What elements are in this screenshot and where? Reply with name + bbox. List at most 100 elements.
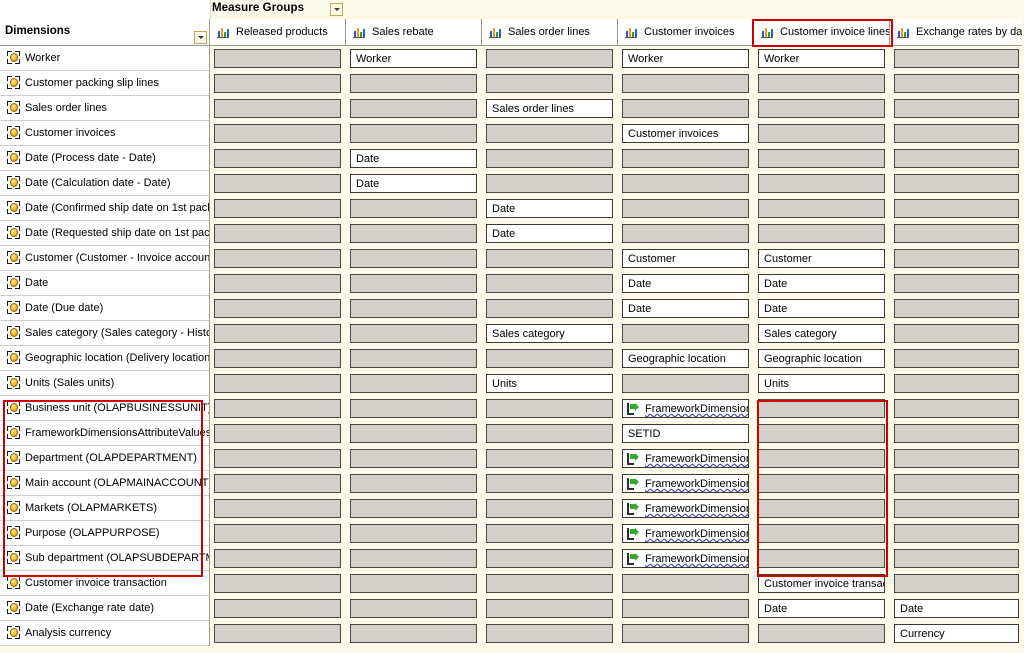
empty-relationship-cell[interactable] [214, 549, 341, 568]
empty-relationship-cell[interactable] [486, 49, 613, 68]
relationship-cell[interactable]: Date [622, 274, 749, 293]
empty-relationship-cell[interactable] [214, 499, 341, 518]
dimension-row[interactable]: FrameworkDimensionsAttributeValuesSet [0, 421, 209, 446]
relationship-cell[interactable]: Date [622, 299, 749, 318]
empty-relationship-cell[interactable] [350, 624, 477, 643]
relationship-cell[interactable]: Date [758, 599, 885, 618]
empty-relationship-cell[interactable] [350, 124, 477, 143]
empty-relationship-cell[interactable] [350, 499, 477, 518]
empty-relationship-cell[interactable] [350, 299, 477, 318]
empty-relationship-cell[interactable] [894, 224, 1019, 243]
relationship-cell[interactable]: Worker [758, 49, 885, 68]
dimension-row[interactable]: Customer invoice transaction [0, 571, 209, 596]
empty-relationship-cell[interactable] [758, 624, 885, 643]
empty-relationship-cell[interactable] [622, 174, 749, 193]
empty-relationship-cell[interactable] [214, 124, 341, 143]
empty-relationship-cell[interactable] [486, 274, 613, 293]
empty-relationship-cell[interactable] [350, 599, 477, 618]
empty-relationship-cell[interactable] [758, 174, 885, 193]
relationship-cell[interactable]: FrameworkDimensions... [622, 449, 749, 468]
empty-relationship-cell[interactable] [894, 524, 1019, 543]
empty-relationship-cell[interactable] [486, 399, 613, 418]
column-header-sales_order_lines[interactable]: Sales order lines [482, 19, 618, 46]
relationship-cell[interactable]: Date [758, 299, 885, 318]
dimension-row[interactable]: Analysis currency [0, 621, 209, 646]
empty-relationship-cell[interactable] [214, 524, 341, 543]
relationship-cell[interactable]: Units [758, 374, 885, 393]
relationship-cell[interactable]: Sales category [486, 324, 613, 343]
empty-relationship-cell[interactable] [894, 199, 1019, 218]
empty-relationship-cell[interactable] [214, 624, 341, 643]
empty-relationship-cell[interactable] [214, 599, 341, 618]
empty-relationship-cell[interactable] [758, 474, 885, 493]
relationship-cell[interactable]: Units [486, 374, 613, 393]
relationship-cell[interactable]: FrameworkDimensions... [622, 399, 749, 418]
empty-relationship-cell[interactable] [214, 149, 341, 168]
empty-relationship-cell[interactable] [486, 499, 613, 518]
empty-relationship-cell[interactable] [622, 324, 749, 343]
empty-relationship-cell[interactable] [350, 99, 477, 118]
column-header-customer_invoices[interactable]: Customer invoices [618, 19, 754, 46]
relationship-cell[interactable]: FrameworkDimensions... [622, 474, 749, 493]
empty-relationship-cell[interactable] [894, 374, 1019, 393]
empty-relationship-cell[interactable] [486, 474, 613, 493]
empty-relationship-cell[interactable] [350, 524, 477, 543]
empty-relationship-cell[interactable] [350, 449, 477, 468]
dimension-row[interactable]: Date (Confirmed ship date on 1st packing… [0, 196, 209, 221]
empty-relationship-cell[interactable] [894, 549, 1019, 568]
empty-relationship-cell[interactable] [622, 599, 749, 618]
relationship-cell[interactable]: Date [486, 199, 613, 218]
empty-relationship-cell[interactable] [622, 149, 749, 168]
empty-relationship-cell[interactable] [350, 424, 477, 443]
dimension-row[interactable]: Department (OLAPDEPARTMENT) [0, 446, 209, 471]
dimension-row[interactable]: Customer invoices [0, 121, 209, 146]
relationship-cell[interactable]: Geographic location [622, 349, 749, 368]
relationship-cell[interactable]: Worker [350, 49, 477, 68]
empty-relationship-cell[interactable] [350, 274, 477, 293]
empty-relationship-cell[interactable] [758, 524, 885, 543]
empty-relationship-cell[interactable] [894, 324, 1019, 343]
empty-relationship-cell[interactable] [894, 349, 1019, 368]
empty-relationship-cell[interactable] [894, 424, 1019, 443]
dimension-row[interactable]: Customer packing slip lines [0, 71, 209, 96]
relationship-cell[interactable]: Sales category [758, 324, 885, 343]
dimension-row[interactable]: Sales order lines [0, 96, 209, 121]
empty-relationship-cell[interactable] [622, 224, 749, 243]
dimension-row[interactable]: Date (Process date - Date) [0, 146, 209, 171]
empty-relationship-cell[interactable] [350, 474, 477, 493]
relationship-cell[interactable]: Date [350, 174, 477, 193]
empty-relationship-cell[interactable] [758, 549, 885, 568]
empty-relationship-cell[interactable] [486, 449, 613, 468]
relationship-cell[interactable]: Date [758, 274, 885, 293]
empty-relationship-cell[interactable] [214, 474, 341, 493]
dimensions-dropdown-button[interactable] [194, 31, 207, 44]
empty-relationship-cell[interactable] [350, 374, 477, 393]
empty-relationship-cell[interactable] [894, 124, 1019, 143]
empty-relationship-cell[interactable] [894, 574, 1019, 593]
relationship-cell[interactable]: Customer invoices [622, 124, 749, 143]
empty-relationship-cell[interactable] [894, 249, 1019, 268]
empty-relationship-cell[interactable] [486, 149, 613, 168]
empty-relationship-cell[interactable] [214, 349, 341, 368]
empty-relationship-cell[interactable] [486, 624, 613, 643]
relationship-cell[interactable]: Currency [894, 624, 1019, 643]
empty-relationship-cell[interactable] [486, 174, 613, 193]
empty-relationship-cell[interactable] [622, 624, 749, 643]
empty-relationship-cell[interactable] [894, 299, 1019, 318]
empty-relationship-cell[interactable] [350, 74, 477, 93]
empty-relationship-cell[interactable] [214, 174, 341, 193]
empty-relationship-cell[interactable] [894, 474, 1019, 493]
empty-relationship-cell[interactable] [214, 424, 341, 443]
dimension-row[interactable]: Date (Requested ship date on 1st packing… [0, 221, 209, 246]
dimension-row[interactable]: Date (Exchange rate date) [0, 596, 209, 621]
empty-relationship-cell[interactable] [758, 449, 885, 468]
empty-relationship-cell[interactable] [214, 224, 341, 243]
relationship-cell[interactable]: SETID [622, 424, 749, 443]
relationship-cell[interactable]: Date [350, 149, 477, 168]
empty-relationship-cell[interactable] [894, 174, 1019, 193]
empty-relationship-cell[interactable] [486, 124, 613, 143]
dimension-row[interactable]: Date [0, 271, 209, 296]
empty-relationship-cell[interactable] [350, 349, 477, 368]
empty-relationship-cell[interactable] [350, 249, 477, 268]
relationship-cell[interactable]: Sales order lines [486, 99, 613, 118]
